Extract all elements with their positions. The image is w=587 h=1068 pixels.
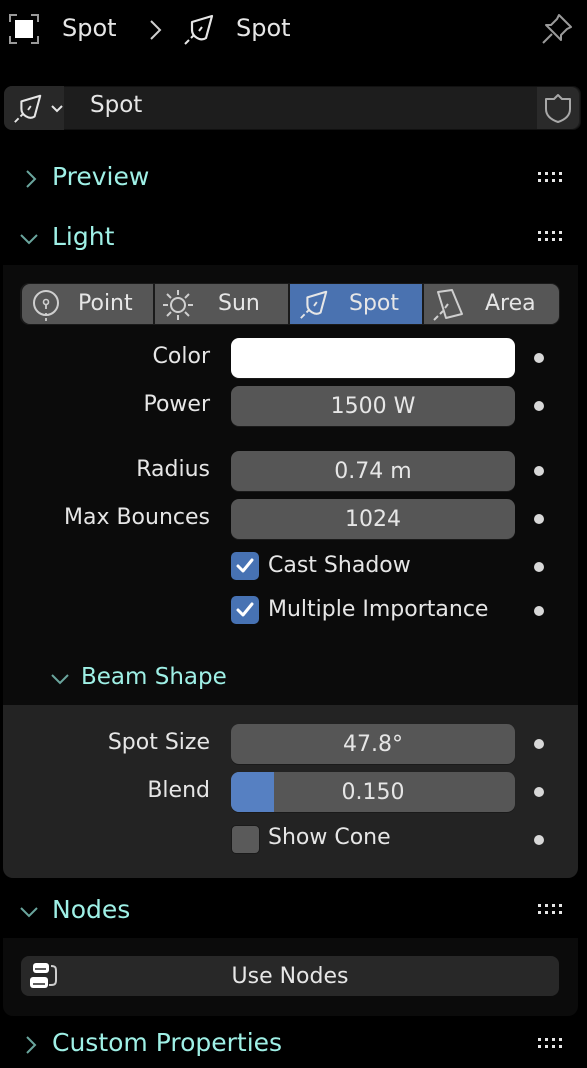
radius-field[interactable]: 0.74 m [231, 451, 515, 491]
fake-user-button[interactable] [537, 87, 579, 129]
object-icon [8, 13, 40, 45]
area-light-icon [432, 288, 466, 322]
spot-size-field[interactable]: 47.8° [231, 724, 515, 764]
panel-title-nodes: Nodes [52, 895, 131, 924]
color-label: Color [152, 344, 210, 369]
spot-size-label: Spot Size [107, 730, 210, 755]
color-swatch[interactable] [231, 338, 515, 378]
chevron-right-icon [24, 168, 38, 190]
spot-light-icon [12, 92, 44, 124]
max-bounces-label: Max Bounces [63, 505, 210, 530]
sun-icon [161, 288, 195, 322]
blend-value: 0.150 [341, 779, 405, 805]
light-type-spot-label: Spot [349, 291, 400, 316]
panel-header-nodes[interactable]: Nodes [0, 889, 587, 933]
light-type-point[interactable]: Point [22, 284, 153, 324]
checkmark-icon [236, 558, 254, 573]
keyframe-dot-icon[interactable] [534, 353, 544, 363]
light-type-area[interactable]: Area [424, 284, 559, 324]
breadcrumb: Spot Spot [0, 0, 587, 60]
multiple-importance-label[interactable]: Multiple Importance [268, 597, 488, 622]
panel-title-preview: Preview [52, 162, 150, 191]
light-type-point-label: Point [78, 291, 133, 316]
keyframe-dot-icon[interactable] [534, 466, 544, 476]
light-type-spot[interactable]: Spot [290, 284, 422, 324]
subpanel-header-beam-shape[interactable]: Beam Shape [3, 658, 578, 702]
blend-slider[interactable]: 0.150 [231, 772, 515, 812]
drag-grip-icon[interactable] [538, 904, 564, 916]
breadcrumb-light-data[interactable]: Spot [236, 14, 291, 42]
multiple-importance-checkbox[interactable] [231, 596, 259, 624]
datablock-browse-button[interactable] [4, 86, 64, 130]
node-tree-icon [29, 960, 63, 994]
show-cone-label[interactable]: Show Cone [268, 825, 391, 850]
breadcrumb-separator-icon [148, 18, 164, 42]
max-bounces-field[interactable]: 1024 [231, 499, 515, 539]
radius-label: Radius [136, 457, 210, 482]
spot-light-icon [298, 288, 330, 320]
breadcrumb-object[interactable]: Spot [62, 14, 117, 42]
blend-slider-fill [231, 772, 274, 812]
power-value: 1500 W [330, 393, 416, 419]
cast-shadow-checkbox[interactable] [231, 552, 259, 580]
point-light-icon [30, 288, 62, 322]
panel-header-custom-properties[interactable]: Custom Properties [0, 1024, 587, 1068]
light-type-area-label: Area [485, 291, 536, 316]
drag-grip-icon[interactable] [538, 231, 564, 243]
drag-grip-icon[interactable] [538, 1038, 564, 1050]
chevron-right-icon [24, 1034, 38, 1056]
power-field[interactable]: 1500 W [231, 386, 515, 426]
chevron-down-icon [18, 905, 40, 919]
panel-title-light: Light [52, 222, 115, 251]
chevron-down-icon [18, 232, 40, 246]
pin-icon[interactable] [540, 12, 574, 46]
shield-icon [543, 92, 573, 124]
blend-label: Blend [147, 778, 210, 803]
cast-shadow-label[interactable]: Cast Shadow [268, 553, 411, 578]
use-nodes-button[interactable]: Use Nodes [21, 956, 559, 996]
chevron-down-icon [49, 672, 71, 686]
show-cone-checkbox[interactable] [231, 825, 260, 854]
keyframe-dot-icon[interactable] [534, 835, 544, 845]
drag-grip-icon[interactable] [538, 172, 564, 184]
radius-value: 0.74 m [334, 458, 412, 484]
max-bounces-value: 1024 [345, 506, 401, 532]
keyframe-dot-icon[interactable] [534, 401, 544, 411]
spot-size-value: 47.8° [343, 731, 403, 757]
keyframe-dot-icon[interactable] [534, 562, 544, 572]
panel-title-custom-properties: Custom Properties [52, 1028, 283, 1057]
panel-header-preview[interactable]: Preview [0, 158, 587, 200]
spot-light-icon [182, 12, 216, 46]
keyframe-dot-icon[interactable] [534, 739, 544, 749]
checkmark-icon [236, 602, 254, 617]
light-type-sun[interactable]: Sun [155, 284, 288, 324]
subpanel-title-beam-shape: Beam Shape [81, 664, 227, 690]
use-nodes-label: Use Nodes [231, 963, 349, 989]
keyframe-dot-icon[interactable] [534, 514, 544, 524]
keyframe-dot-icon[interactable] [534, 787, 544, 797]
light-type-sun-label: Sun [218, 291, 260, 316]
chevron-down-icon [50, 104, 64, 114]
panel-header-light[interactable]: Light [0, 216, 587, 260]
power-label: Power [143, 392, 210, 417]
keyframe-dot-icon[interactable] [534, 606, 544, 616]
datablock-name-field[interactable]: Spot [90, 92, 142, 118]
